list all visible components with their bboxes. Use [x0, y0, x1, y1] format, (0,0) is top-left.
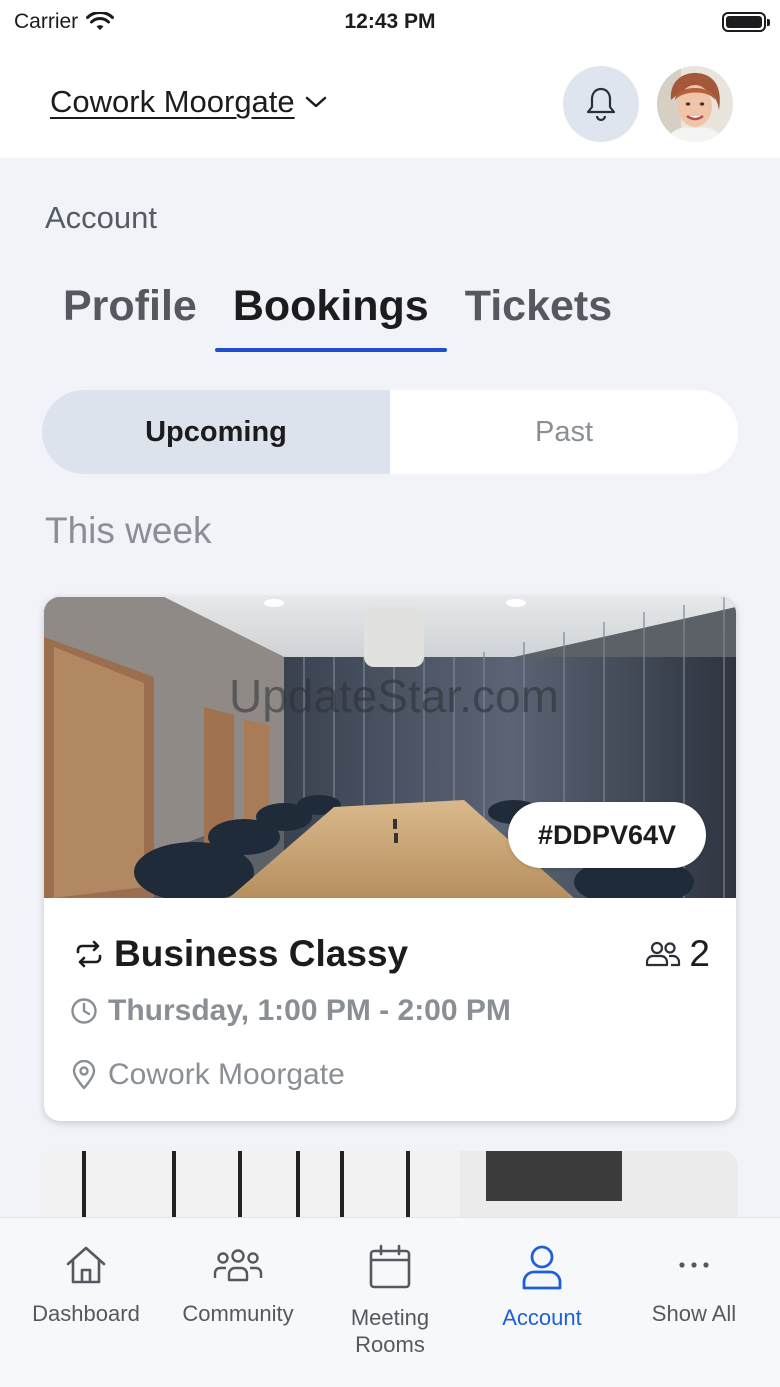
booking-time: Thursday, 1:00 PM - 2:00 PM [70, 994, 511, 1028]
tab-bookings[interactable]: Bookings [214, 282, 447, 352]
home-icon [66, 1246, 106, 1284]
tabbar-label-dashboard: Dashboard [32, 1301, 140, 1326]
room-name: Business Classy [114, 933, 409, 974]
clock: 12:43 PM [344, 10, 436, 33]
tabbar-item-meeting-rooms[interactable]: Meeting Rooms [315, 1218, 465, 1387]
tabbar-label-account: Account [502, 1305, 582, 1330]
location-name: Cowork Moorgate [50, 84, 295, 119]
watermark-text: UpdateStar.com [229, 670, 559, 722]
notifications-button[interactable] [563, 66, 639, 142]
location-selector[interactable]: Cowork Moorgate [50, 84, 327, 120]
clock-icon [71, 998, 97, 1024]
tabbar-label-meeting-rooms: Meeting Rooms [350, 1305, 430, 1357]
profile-photo [657, 66, 733, 142]
carrier-label: Carrier [14, 10, 79, 33]
capacity: 2 [645, 933, 710, 975]
bottom-tab-bar: Dashboard Community Meeting Rooms Accoun… [0, 1217, 780, 1387]
calendar-icon [369, 1244, 411, 1289]
more-icon [679, 1262, 709, 1268]
people-icon [646, 941, 681, 967]
section-heading: This week [45, 510, 212, 551]
app-header: Cowork Moorgate [0, 44, 780, 158]
page-title: Account [45, 200, 158, 235]
booking-time-label: Thursday, 1:00 PM - 2:00 PM [108, 994, 511, 1027]
booking-location-label: Cowork Moorgate [108, 1058, 345, 1091]
bookings-filter: Upcoming Past [42, 390, 738, 474]
status-bar: Carrier 12:43 PM [0, 0, 780, 44]
segment-past[interactable]: Past [390, 390, 738, 474]
community-icon [213, 1249, 263, 1282]
carrier-group: Carrier [14, 10, 115, 34]
booking-location: Cowork Moorgate [70, 1058, 345, 1092]
booking-card[interactable]: UpdateStar.com #DDPV64V Business Classy … [44, 597, 736, 1121]
tab-tickets[interactable]: Tickets [447, 282, 630, 352]
user-icon [522, 1245, 562, 1290]
location-pin-icon [72, 1060, 96, 1090]
tabbar-label-show-all: Show All [651, 1301, 737, 1326]
tabbar-item-account[interactable]: Account [467, 1218, 617, 1387]
capacity-count: 2 [689, 933, 710, 974]
card-title-row: Business Classy 2 [74, 933, 710, 975]
segment-upcoming[interactable]: Upcoming [42, 390, 390, 474]
recurring-icon [76, 940, 102, 968]
tabbar-item-community[interactable]: Community [163, 1218, 313, 1387]
tabbar-item-show-all[interactable]: Show All [619, 1218, 769, 1387]
account-tabs: Profile Bookings Tickets [45, 282, 630, 352]
bell-icon [586, 87, 616, 122]
tab-profile[interactable]: Profile [45, 282, 215, 352]
battery-icon [722, 12, 770, 32]
room-title: Business Classy [74, 933, 408, 975]
avatar[interactable] [657, 66, 733, 142]
wifi-icon [86, 12, 115, 30]
tabbar-label-community: Community [182, 1301, 294, 1326]
booking-code-badge: #DDPV64V [507, 802, 706, 868]
tabbar-item-dashboard[interactable]: Dashboard [11, 1218, 161, 1387]
chevron-down-icon [305, 96, 326, 108]
